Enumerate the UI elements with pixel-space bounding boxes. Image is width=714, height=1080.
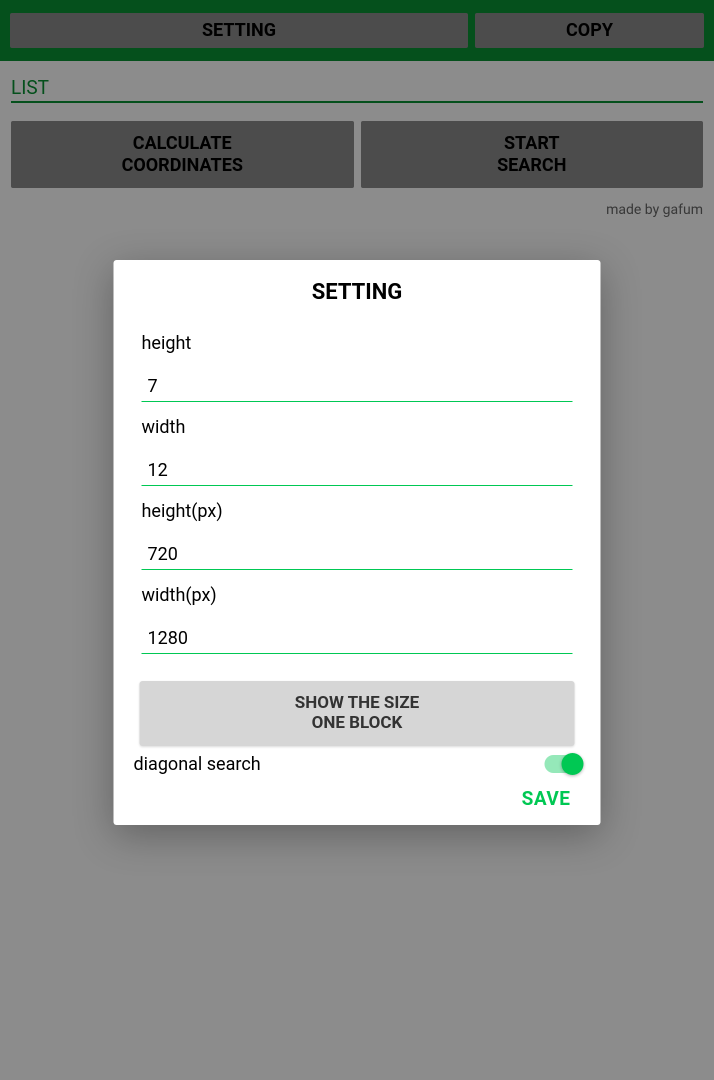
diagonal-search-label: diagonal search [134, 754, 261, 775]
height-input[interactable] [142, 372, 573, 402]
width-px-field-group: width(px) [134, 585, 581, 654]
show-size-button[interactable]: SHOW THE SIZEONE BLOCK [140, 681, 575, 746]
width-label: width [142, 417, 573, 438]
dialog-actions: SAVE [134, 779, 581, 810]
height-label: height [142, 333, 573, 354]
width-field-group: width [134, 417, 581, 486]
height-px-label: height(px) [142, 501, 573, 522]
width-px-label: width(px) [142, 585, 573, 606]
width-input[interactable] [142, 456, 573, 486]
toggle-thumb [562, 753, 584, 775]
height-px-input[interactable] [142, 540, 573, 570]
setting-dialog: SETTING height width height(px) width(px… [114, 260, 601, 825]
height-px-field-group: height(px) [134, 501, 581, 570]
diagonal-search-toggle[interactable] [545, 755, 581, 773]
height-field-group: height [134, 333, 581, 402]
diagonal-search-row: diagonal search [134, 752, 581, 779]
width-px-input[interactable] [142, 624, 573, 654]
save-button[interactable]: SAVE [522, 787, 571, 810]
dialog-title: SETTING [134, 280, 581, 305]
